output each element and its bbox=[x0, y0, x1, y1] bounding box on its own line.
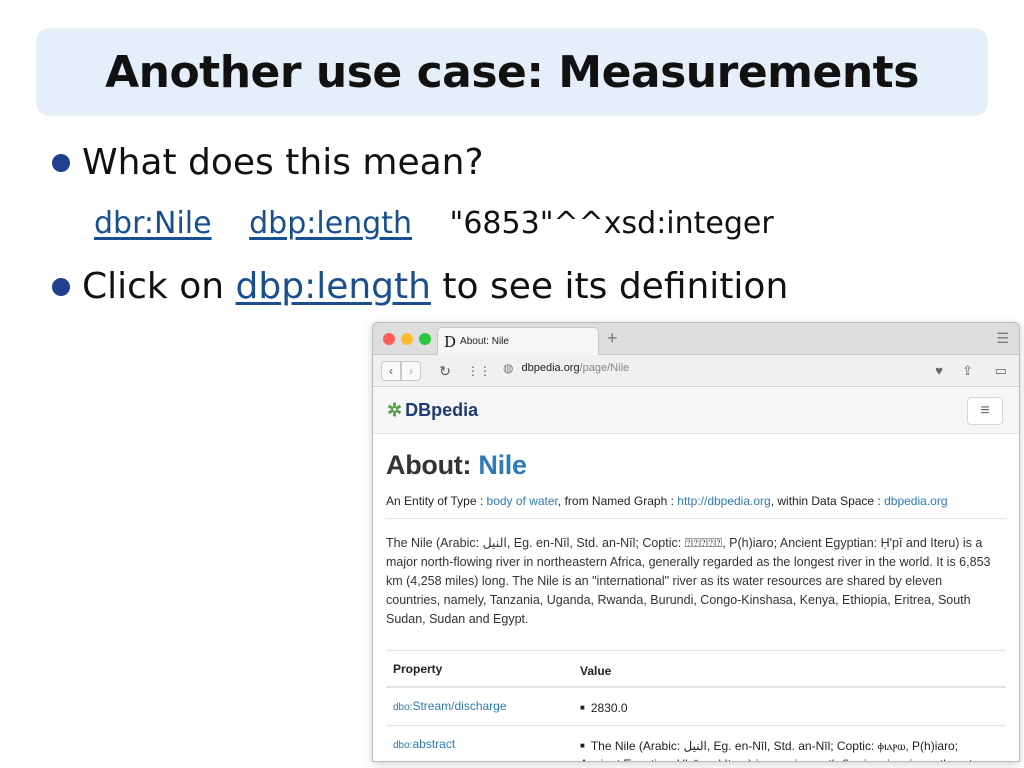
divider bbox=[386, 518, 1006, 519]
table-header-row: Property Value bbox=[386, 650, 1006, 688]
page-title: About: Nile bbox=[386, 450, 527, 481]
property-value: ■ 2830.0 bbox=[580, 699, 996, 717]
grid-icon[interactable]: ⋮⋮ bbox=[467, 361, 491, 381]
globe-icon: ◍ bbox=[503, 361, 514, 375]
entity-text: An Entity of Type : bbox=[386, 494, 484, 508]
hamburger-icon[interactable]: ≡ bbox=[967, 397, 1003, 425]
type-link[interactable]: body of water bbox=[487, 494, 558, 508]
browser-toolbar: ‹ › ↻ ⋮⋮ ◍ dbpedia.org/page/Nile ♥ ⇪ ▭ bbox=[373, 355, 1019, 387]
property-link[interactable]: dbo:Stream/discharge bbox=[393, 699, 507, 713]
entity-info: An Entity of Type : body of water, from … bbox=[386, 494, 948, 508]
table-row: dbo:abstract ■ The Nile (Arabic: النيل, E… bbox=[386, 726, 1006, 761]
entity-text: , from Named Graph : bbox=[557, 494, 674, 508]
chevron-right-icon[interactable]: › bbox=[401, 361, 421, 381]
column-header-property: Property bbox=[393, 662, 443, 676]
maximize-window-icon[interactable] bbox=[419, 333, 431, 345]
value-text: The Nile (Arabic: النيل, Eg. en-Nīl, Std… bbox=[580, 739, 990, 761]
list-bullet: ■ bbox=[580, 741, 585, 750]
triple-predicate-link[interactable]: dbp:length bbox=[249, 206, 412, 241]
chevron-left-icon[interactable]: ‹ bbox=[381, 361, 401, 381]
about-name: Nile bbox=[478, 450, 527, 480]
heart-icon[interactable]: ♥ bbox=[935, 363, 943, 378]
property-table: Property Value dbo:Stream/discharge ■ 283… bbox=[386, 650, 1006, 761]
tab-menu-icon[interactable]: ☰ bbox=[996, 330, 1009, 347]
page-content: ✲ DBpedia ≡ About: Nile An Entity of Typ… bbox=[373, 388, 1019, 761]
bullet-what-does-this-mean: What does this mean? bbox=[52, 142, 484, 183]
bullet-dot bbox=[52, 153, 70, 172]
property-name: abstract bbox=[412, 737, 456, 751]
slide-title: Another use case: Measurements bbox=[105, 46, 919, 98]
dbp-length-link[interactable]: dbp:length bbox=[236, 266, 431, 307]
bullet-text: What does this mean? bbox=[82, 142, 484, 183]
property-prefix: dbo: bbox=[393, 740, 413, 751]
logo-text: DBpedia bbox=[405, 400, 479, 420]
bullet-dot bbox=[52, 277, 70, 296]
tab-bar: D About: Nile + ☰ bbox=[373, 323, 1019, 355]
dbpedia-logo[interactable]: ✲ DBpedia bbox=[387, 400, 478, 421]
data-space-link[interactable]: dbpedia.org bbox=[884, 494, 947, 508]
triple-subject-link[interactable]: dbr:Nile bbox=[94, 206, 212, 241]
minimize-window-icon[interactable] bbox=[401, 333, 413, 345]
battery-icon: ▭ bbox=[994, 363, 1007, 378]
property-value: ■ The Nile (Arabic: النيل, Eg. en-Nīl, St… bbox=[580, 737, 996, 761]
bullet-text-before: Click on bbox=[82, 266, 225, 307]
new-tab-button[interactable]: + bbox=[607, 328, 618, 349]
close-window-icon[interactable] bbox=[383, 333, 395, 345]
property-name: Stream/discharge bbox=[412, 699, 507, 713]
tab-about-nile[interactable]: D About: Nile bbox=[437, 327, 599, 355]
share-icon[interactable]: ⇪ bbox=[962, 363, 973, 379]
browser-window: D About: Nile + ☰ ‹ › ↻ ⋮⋮ ◍ dbpedia.org… bbox=[372, 322, 1020, 762]
property-prefix: dbo: bbox=[393, 702, 413, 713]
tab-title: About: Nile bbox=[460, 336, 509, 347]
about-prefix: About: bbox=[386, 450, 472, 480]
url-host: dbpedia.org bbox=[521, 362, 580, 374]
list-bullet: ■ bbox=[580, 703, 585, 712]
bullet-text-after: to see its definition bbox=[442, 266, 789, 307]
abstract-text: The Nile (Arabic: النيل, Eg. en-Nīl, Std… bbox=[386, 536, 991, 626]
property-link[interactable]: dbo:abstract bbox=[393, 737, 455, 751]
entity-text: , within Data Space : bbox=[770, 494, 881, 508]
value-text: 2830.0 bbox=[590, 701, 628, 715]
rdf-triple: dbr:Nile dbp:length "6853"^^xsd:integer bbox=[94, 206, 774, 241]
address-bar[interactable]: ◍ dbpedia.org/page/Nile bbox=[503, 361, 629, 375]
bullet-click-on: Click on dbp:length to see its definitio… bbox=[52, 266, 788, 307]
graph-link[interactable]: http://dbpedia.org bbox=[677, 494, 770, 508]
table-row: dbo:Stream/discharge ■ 2830.0 bbox=[386, 688, 1006, 726]
dbpedia-logo-icon: ✲ bbox=[387, 400, 403, 420]
column-header-value: Value bbox=[580, 664, 612, 678]
triple-object-literal: "6853"^^xsd:integer bbox=[449, 206, 774, 241]
dbpedia-header: ✲ DBpedia ≡ bbox=[373, 388, 1019, 434]
reload-icon[interactable]: ↻ bbox=[435, 361, 455, 381]
dbpedia-favicon-icon: D bbox=[444, 332, 457, 351]
url-path: /page/Nile bbox=[579, 362, 630, 374]
slide-title-box: Another use case: Measurements bbox=[36, 28, 988, 116]
